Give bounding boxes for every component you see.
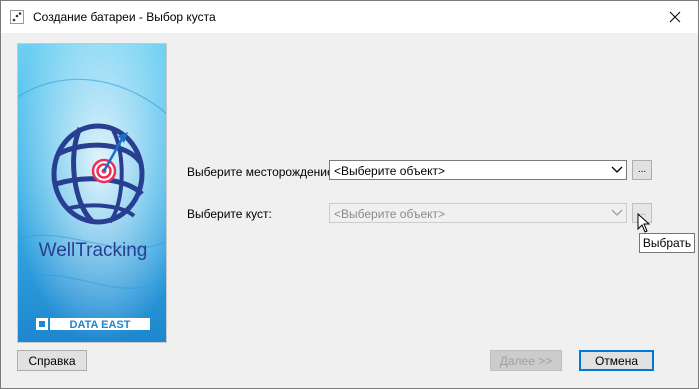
help-button[interactable]: Справка <box>17 350 87 371</box>
mouse-cursor-icon <box>637 213 651 233</box>
next-button[interactable]: Далее >> <box>490 350 562 371</box>
cluster-select[interactable]: <Выберите объект> <box>329 203 627 223</box>
browse-tooltip: Выбрать <box>639 233 695 253</box>
window-title: Создание батареи - Выбор куста <box>33 10 216 24</box>
chevron-down-icon <box>611 209 623 216</box>
close-button[interactable] <box>652 1 698 33</box>
cluster-select-value: <Выберите объект> <box>334 207 446 221</box>
deposit-select[interactable]: <Выберите объект> <box>329 160 627 180</box>
cancel-button[interactable]: Отмена <box>579 350 654 371</box>
deposit-label: Выберите месторождение: <box>187 165 337 179</box>
data-east-logo: DATA EAST <box>36 318 150 331</box>
title-bar[interactable]: Создание батареи - Выбор куста <box>1 1 698 33</box>
chevron-down-icon <box>611 166 623 173</box>
dialog-window: Создание батареи - Выбор куста WellTrack… <box>0 0 699 389</box>
welltracking-banner: WellTracking DATA EAST <box>17 43 167 343</box>
brand-logo-text: WellTracking <box>39 240 148 261</box>
deposit-browse-button[interactable]: ... <box>632 160 652 180</box>
cluster-label: Выберите куст: <box>187 207 272 221</box>
app-icon <box>10 10 24 24</box>
svg-text:DATA EAST: DATA EAST <box>70 319 131 331</box>
deposit-select-value: <Выберите объект> <box>334 164 446 178</box>
close-icon <box>669 11 681 23</box>
